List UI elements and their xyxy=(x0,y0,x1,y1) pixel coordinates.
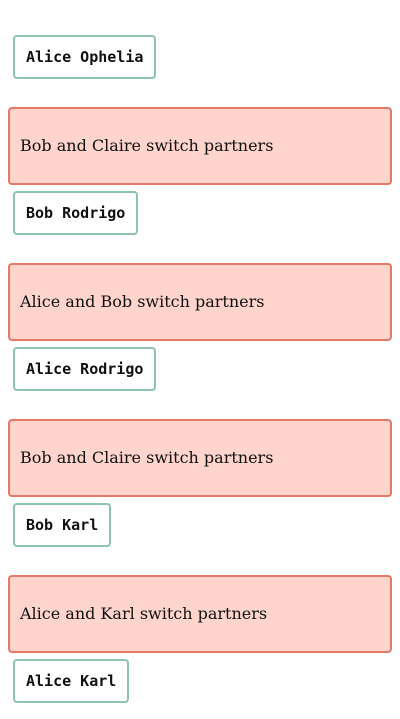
state-box: Alice Rodrigo xyxy=(13,347,157,391)
step-box: Bob and Claire switch partners xyxy=(8,107,392,185)
state-box: Alice Karl xyxy=(13,659,130,703)
step-box: Alice and Karl switch partners xyxy=(8,575,392,653)
state-box: Alice Ophelia xyxy=(13,35,157,79)
step-box: Alice and Bob switch partners xyxy=(8,263,392,341)
state-box: Bob Karl xyxy=(13,503,112,547)
step-box: Bob and Claire switch partners xyxy=(8,419,392,497)
state-box: Bob Rodrigo xyxy=(13,191,139,235)
